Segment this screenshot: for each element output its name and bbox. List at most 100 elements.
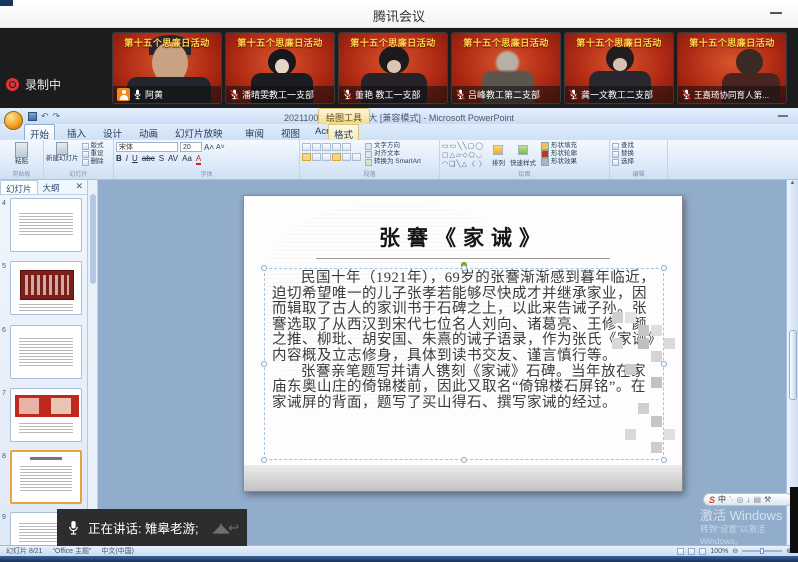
minimize-icon[interactable]: [770, 12, 782, 14]
slide-textbox[interactable]: 民国十年（1921年），69岁的张謇渐渐感到暮年临近，迫切希望唯一的儿子张孝若能…: [264, 268, 664, 460]
redo-icon[interactable]: ↷: [53, 112, 61, 121]
tab-outline[interactable]: 大纲: [38, 180, 65, 194]
shape-effects-button[interactable]: 形状效果: [541, 158, 577, 166]
office-button[interactable]: [4, 111, 23, 130]
resize-handle[interactable]: [661, 361, 667, 367]
slide-thumbnail[interactable]: [10, 198, 82, 252]
text-direction-button[interactable]: 文字方向: [365, 142, 421, 150]
record-icon: [6, 78, 19, 91]
underline-button[interactable]: U: [132, 154, 138, 165]
ime-emoji-icon[interactable]: ◎: [736, 495, 743, 504]
resize-handle[interactable]: [661, 457, 667, 463]
slide-sorter-icon[interactable]: [688, 548, 695, 555]
resize-handle[interactable]: [661, 265, 667, 271]
scrollbar-thumb[interactable]: [789, 330, 797, 400]
participant-video[interactable]: 第十五个思廉日活动 阿黄: [112, 32, 222, 104]
shape-fill-button[interactable]: 形状填充: [541, 142, 577, 150]
new-slide-button[interactable]: 新建幻灯片: [46, 155, 79, 163]
ime-chinese-mode-icon[interactable]: 中: [718, 494, 726, 505]
slide-title[interactable]: 张謇《家诫》: [244, 222, 682, 252]
slide-thumbnail[interactable]: [10, 261, 82, 315]
font-group: 宋体 20 A˄ A˅ B I U abc S AV Aa A 字体: [114, 140, 300, 179]
replace-button[interactable]: 替换: [612, 150, 665, 158]
shadow-button[interactable]: S: [159, 154, 164, 165]
resize-handle[interactable]: [261, 361, 267, 367]
save-icon[interactable]: [28, 112, 37, 121]
shrink-font-icon[interactable]: A˅: [216, 144, 225, 151]
normal-view-icon[interactable]: [677, 548, 684, 555]
slide-thumbnail[interactable]: [10, 388, 82, 442]
slideshow-view-icon[interactable]: [699, 548, 706, 555]
tab-home[interactable]: 开始: [24, 124, 55, 140]
grow-font-icon[interactable]: A˄: [204, 143, 214, 152]
change-case-button[interactable]: Aa: [182, 154, 192, 165]
delete-button[interactable]: 删除: [82, 158, 104, 166]
paste-icon[interactable]: [15, 142, 28, 158]
font-color-button[interactable]: A: [196, 154, 201, 165]
tab-design[interactable]: 设计: [98, 124, 127, 140]
select-button[interactable]: 选择: [612, 158, 665, 166]
tab-animations[interactable]: 动画: [134, 124, 163, 140]
ime-download-icon[interactable]: ↓: [746, 495, 750, 504]
participant-video[interactable]: 第十五个思廉日活动 龚一文教工二支部: [564, 32, 674, 104]
panel-scrollbar[interactable]: [88, 180, 98, 545]
smartart-button[interactable]: 转换为 SmartArt: [365, 158, 421, 166]
sogou-logo-icon[interactable]: S: [709, 495, 715, 505]
ime-toolbar[interactable]: S 中 ’· ◎ ↓ ▤ ⚒: [703, 493, 793, 506]
italic-button[interactable]: I: [126, 154, 128, 165]
strikethrough-button[interactable]: abc: [142, 154, 155, 165]
align-text-button[interactable]: 对齐文本: [365, 150, 421, 158]
windows-taskbar[interactable]: [0, 556, 798, 562]
tab-slides-thumbnails[interactable]: 幻灯片: [0, 180, 38, 194]
tab-view[interactable]: 视图: [276, 124, 305, 140]
slide[interactable]: 张謇《家诫》 民国十年（1921年），69岁的张謇渐渐感到暮年临近，迫切希望唯一…: [243, 195, 683, 492]
slide-thumbnail-selected[interactable]: [10, 450, 82, 504]
slide-thumbnail[interactable]: [10, 325, 82, 379]
slides-panel: 幻灯片 大纲 ✕ 4 5 6 7 8 9: [0, 180, 88, 545]
shapes-gallery[interactable]: ▭▭╲╲▢◯▢△▱◇⬠◡◠❏╲△〈 〉: [442, 142, 487, 169]
find-button[interactable]: 查找: [612, 142, 665, 150]
bold-button[interactable]: B: [116, 154, 122, 165]
paste-button[interactable]: 粘贴: [2, 158, 41, 166]
layout-button[interactable]: 版式: [82, 142, 104, 150]
participant-name: 吕峰教工第二支部: [468, 88, 540, 101]
ime-punctuation-icon[interactable]: ’·: [729, 495, 733, 504]
arrange-icon[interactable]: [493, 145, 503, 155]
participant-video[interactable]: 第十五个思廉日活动 董艳 教工一支部: [338, 32, 448, 104]
undo-icon[interactable]: ↶: [41, 112, 49, 121]
font-family-select[interactable]: 宋体: [116, 142, 178, 152]
new-slide-icon[interactable]: [56, 142, 68, 155]
participant-namebar: 吕峰教工第二支部: [452, 86, 560, 103]
char-spacing-button[interactable]: AV: [168, 154, 178, 165]
close-panel-icon[interactable]: ✕: [71, 180, 87, 194]
participant-video[interactable]: 第十五个思廉日活动 吕峰教工第二支部: [451, 32, 561, 104]
drawing-tools-context-tab[interactable]: 绘图工具: [318, 108, 370, 124]
tab-format[interactable]: 格式: [328, 124, 359, 140]
tab-insert[interactable]: 插入: [62, 124, 91, 140]
ppt-minimize-icon[interactable]: [778, 115, 788, 117]
quick-styles-button[interactable]: 快速样式: [510, 160, 536, 168]
recording-indicator: 录制中: [6, 76, 61, 93]
resize-handle[interactable]: [461, 457, 467, 463]
alignment-buttons[interactable]: [302, 153, 361, 162]
resize-handle[interactable]: [261, 457, 267, 463]
font-size-select[interactable]: 20: [180, 142, 202, 152]
arrange-button[interactable]: 排列: [492, 160, 505, 168]
zoom-slider[interactable]: [742, 550, 782, 552]
title-divider: [316, 258, 610, 259]
list-indent-buttons[interactable]: [302, 143, 361, 152]
shape-outline-button[interactable]: 形状轮廓: [541, 150, 577, 158]
participant-video[interactable]: 第十五个思廉日活动 潘晴雯教工一支部: [225, 32, 335, 104]
ime-keyboard-icon[interactable]: ▤: [753, 495, 761, 504]
quick-styles-icon[interactable]: [518, 145, 528, 155]
reset-button[interactable]: 重设: [82, 150, 104, 158]
resize-handle[interactable]: [261, 265, 267, 271]
participant-video[interactable]: 第十五个思廉日活动 王嘉琦协同育人第...: [677, 32, 787, 104]
participant-namebar: 龚一文教工二支部: [565, 86, 673, 103]
ppt-window-title: 20211004张謇与南通大 [兼容模式] - Microsoft PowerP…: [0, 111, 798, 124]
ime-toolbox-icon[interactable]: ⚒: [764, 495, 771, 504]
tab-slideshow[interactable]: 幻灯片放映: [170, 124, 228, 140]
tab-review[interactable]: 审阅: [240, 124, 269, 140]
zoom-out-icon[interactable]: ⊖: [732, 547, 738, 555]
resize-handle[interactable]: [461, 265, 467, 271]
